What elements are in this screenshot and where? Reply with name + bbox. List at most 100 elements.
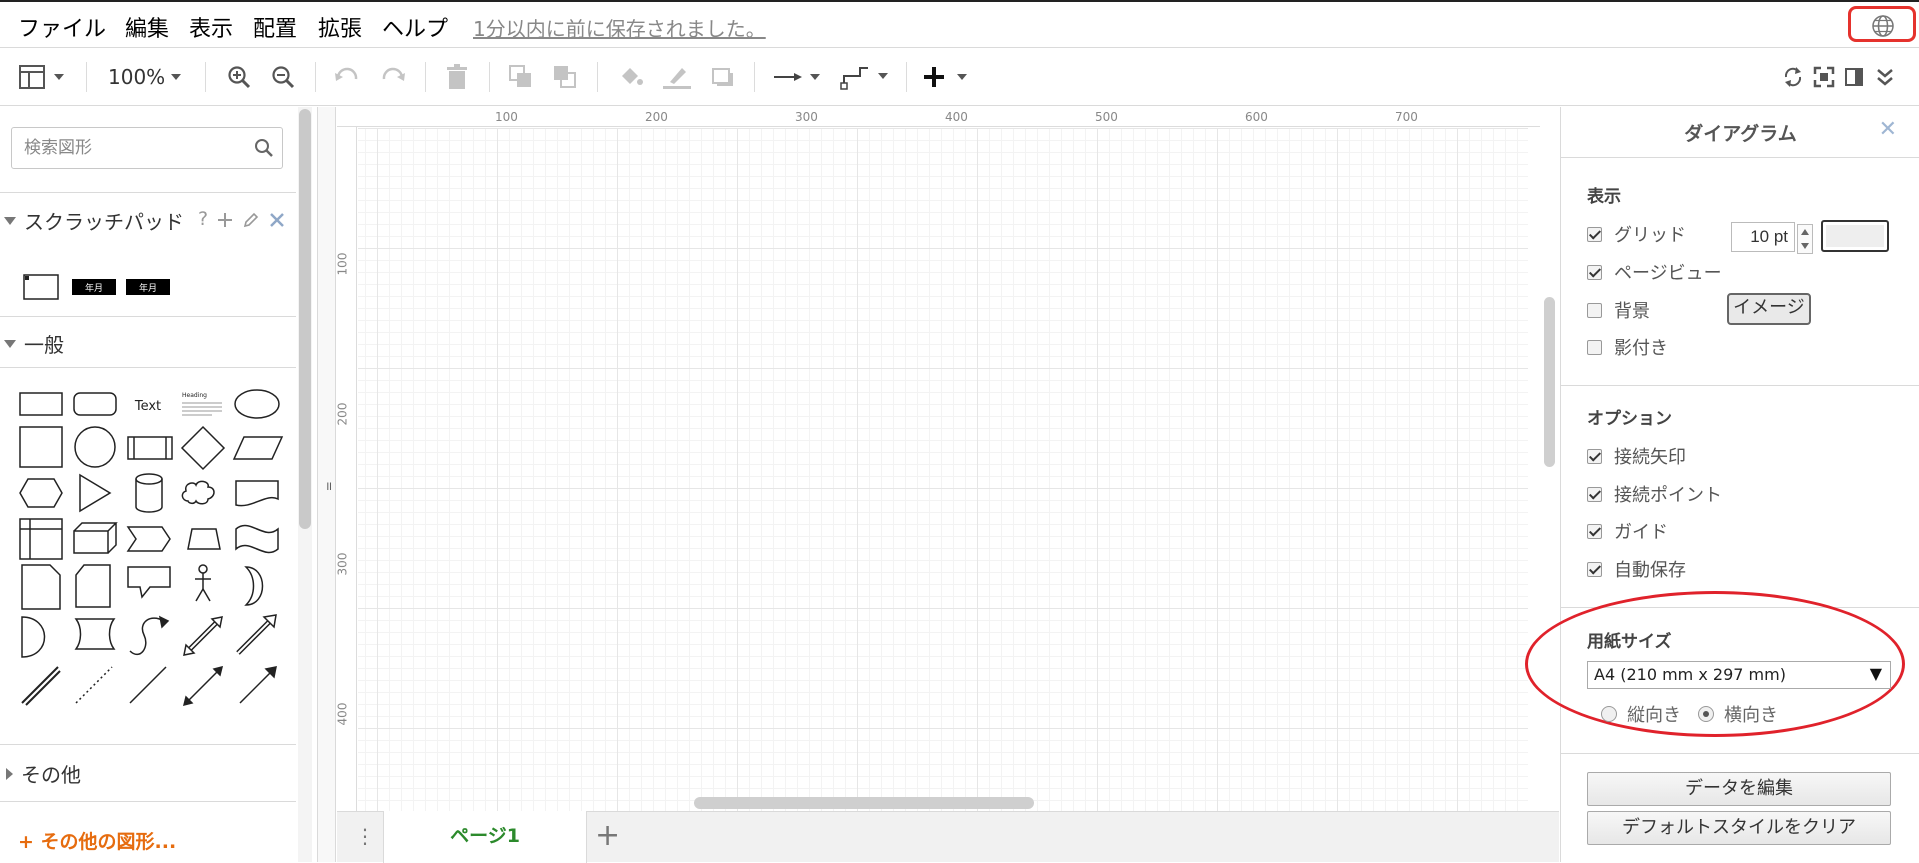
more-shapes-button[interactable]: + その他の図形...: [18, 827, 176, 854]
sidebar-scrollbar[interactable]: [298, 107, 312, 862]
menu-file[interactable]: ファイル: [18, 11, 106, 43]
guides-toggle[interactable]: ガイド: [1587, 518, 1668, 544]
shadow-toggle[interactable]: 影付き: [1587, 334, 1668, 360]
menu-view[interactable]: 表示: [189, 11, 233, 43]
background-checkbox[interactable]: [1587, 302, 1602, 318]
edit-pencil-icon[interactable]: [242, 211, 260, 229]
clear-default-style-button[interactable]: デフォルトスタイルをクリア: [1587, 811, 1891, 845]
directional-connector-shape: [239, 670, 273, 704]
canvas-hscroll-thumb[interactable]: [694, 797, 1034, 809]
connection-points-checkbox[interactable]: [1587, 486, 1602, 502]
connection-style-button[interactable]: [772, 62, 822, 92]
sidebar-splitter[interactable]: ॥: [318, 107, 336, 862]
data-storage-shape: [74, 618, 116, 650]
grid-size-input[interactable]: [1731, 222, 1795, 252]
zoom-in-button[interactable]: [226, 62, 252, 92]
language-highlight: [1848, 6, 1916, 42]
add-page-button[interactable]: +: [595, 818, 620, 853]
insert-button[interactable]: [922, 62, 970, 92]
connection-arrows-toggle[interactable]: 接続矢印: [1587, 443, 1686, 469]
collapse-toolbar-button[interactable]: [1874, 62, 1896, 92]
connection-arrows-checkbox[interactable]: [1587, 448, 1602, 464]
line-color-button[interactable]: [662, 62, 692, 92]
container-shape: [19, 518, 63, 560]
ellipse-shape: [234, 389, 280, 419]
zoom-out-button[interactable]: [270, 62, 296, 92]
expand-caret-icon: [4, 339, 16, 348]
waypoints-button[interactable]: [840, 62, 890, 92]
portrait-option[interactable]: 縦向き: [1601, 701, 1681, 727]
undo-button[interactable]: [334, 62, 360, 92]
other-header[interactable]: その他: [0, 759, 81, 788]
shadow-checkbox[interactable]: [1587, 339, 1602, 355]
grid-color-swatch[interactable]: [1821, 220, 1889, 252]
textbox-shape: [182, 402, 222, 416]
general-shapes-palette[interactable]: Text Heading: [0, 379, 300, 739]
canvas-horizontal-scrollbar[interactable]: [337, 793, 1540, 811]
background-toggle[interactable]: 背景: [1587, 297, 1650, 323]
zoom-dropdown[interactable]: 100%: [108, 62, 187, 92]
shadow-button[interactable]: [710, 62, 736, 92]
background-image-button[interactable]: イメージ: [1727, 293, 1811, 325]
step-shape: [126, 526, 171, 552]
fullscreen-button[interactable]: [1813, 62, 1835, 92]
delete-button[interactable]: [445, 62, 469, 92]
pageview-toggle[interactable]: ページビュー: [1587, 259, 1722, 285]
canvas-vertical-scrollbar[interactable]: [1540, 107, 1559, 811]
ruler-tick-label: 100: [495, 110, 518, 124]
diagram-canvas[interactable]: 100 200 300 400 500 600 700 80 100 200 3…: [337, 107, 1559, 811]
shapes-sidebar: スクラッチパッド ? 年月 年月 一般 Text Heading: [0, 107, 318, 862]
edit-data-button[interactable]: データを編集: [1587, 772, 1891, 806]
landscape-option[interactable]: 横向き: [1698, 701, 1778, 727]
fill-color-button[interactable]: [618, 62, 644, 92]
landscape-radio[interactable]: [1698, 706, 1714, 722]
canvas-grid[interactable]: [358, 128, 1528, 811]
card-shape: [75, 564, 111, 608]
paper-size-select[interactable]: A4 (210 mm x 297 mm) ▼: [1587, 661, 1891, 689]
guides-checkbox[interactable]: [1587, 523, 1602, 539]
portrait-radio[interactable]: [1601, 706, 1617, 722]
pageview-checkbox[interactable]: [1587, 264, 1602, 280]
scratchpad-title: スクラッチパッド: [24, 210, 184, 234]
page-menu-icon[interactable]: ⋮: [355, 824, 375, 848]
redo-button[interactable]: [380, 62, 406, 92]
shadow-label: 影付き: [1614, 338, 1668, 359]
autosave-checkbox[interactable]: [1587, 561, 1602, 577]
waypoint-connector-icon: [840, 67, 888, 90]
general-header[interactable]: 一般: [0, 329, 64, 358]
refresh-icon: [1784, 67, 1802, 87]
format-panel-toggle[interactable]: [1844, 62, 1864, 92]
sync-button[interactable]: [1782, 62, 1804, 92]
scratchpad-items[interactable]: 年月 年月: [20, 267, 200, 307]
globe-icon[interactable]: [1871, 14, 1895, 38]
grid-size-spinner[interactable]: [1797, 224, 1813, 254]
menu-arrange[interactable]: 配置: [253, 11, 297, 43]
autosave-toggle[interactable]: 自動保存: [1587, 556, 1686, 582]
arrow-shape: [237, 618, 273, 654]
shape-search-input[interactable]: [22, 137, 242, 159]
menu-extras[interactable]: 拡張: [318, 11, 362, 43]
close-icon[interactable]: ✕: [1879, 117, 1897, 142]
close-icon[interactable]: [268, 211, 286, 229]
to-back-button[interactable]: [552, 62, 578, 92]
view-panels-button[interactable]: [18, 62, 68, 92]
landscape-label: 横向き: [1724, 705, 1778, 726]
to-front-button[interactable]: [508, 62, 534, 92]
tab-page-1[interactable]: ページ1: [383, 811, 587, 863]
zoom-out-icon: [272, 66, 295, 89]
grid-checkbox[interactable]: [1587, 226, 1602, 242]
add-icon[interactable]: [216, 211, 234, 229]
help-icon[interactable]: ?: [198, 208, 208, 230]
connection-points-toggle[interactable]: 接続ポイント: [1587, 481, 1722, 507]
note-shape: [21, 564, 61, 610]
menu-edit[interactable]: 編集: [125, 11, 169, 43]
guides-label: ガイド: [1614, 522, 1668, 543]
menu-help[interactable]: ヘルプ: [382, 11, 448, 43]
canvas-vscroll-thumb[interactable]: [1544, 297, 1555, 467]
grid-toggle[interactable]: グリッド: [1587, 221, 1686, 247]
sidebar-scroll-thumb[interactable]: [299, 109, 311, 529]
save-status-link[interactable]: 1分以内に前に保存されました。: [473, 13, 766, 42]
undo-icon: [335, 67, 358, 81]
search-icon[interactable]: [254, 138, 274, 158]
scratchpad-header[interactable]: スクラッチパッド: [0, 206, 184, 235]
